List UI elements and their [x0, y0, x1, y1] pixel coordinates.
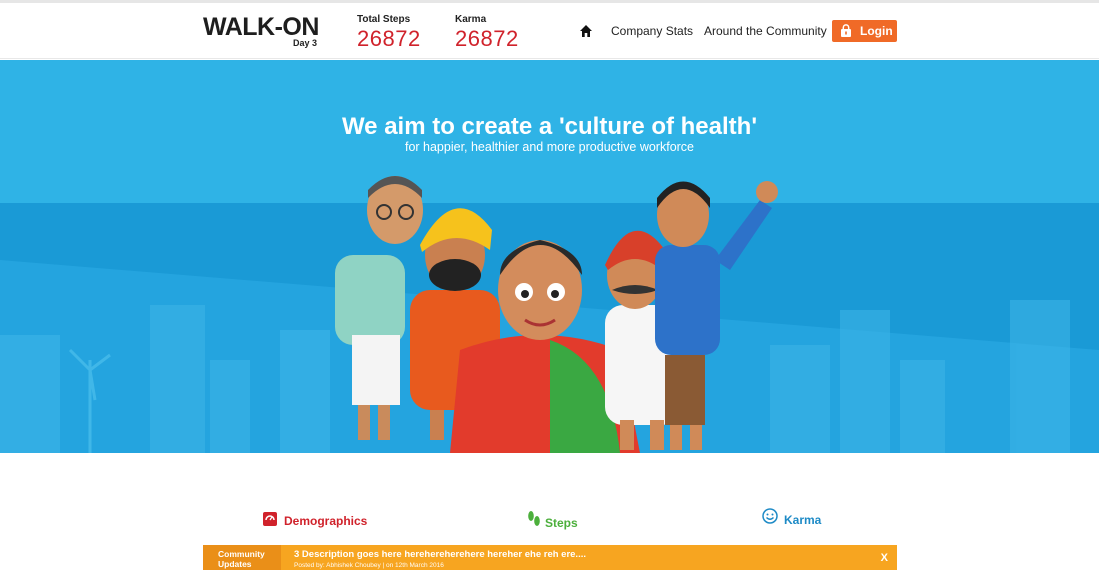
hero-subtitle: for happier, healthier and more producti…	[404, 140, 695, 154]
steps-label: Steps	[545, 516, 578, 530]
total-steps-stat: Total Steps 26872	[357, 14, 421, 52]
login-label: Login	[860, 24, 893, 38]
nav-around-community[interactable]: Around the Community	[704, 24, 827, 38]
nav-company-stats[interactable]: Company Stats	[611, 24, 693, 38]
community-updates-heading: Community Updates	[203, 545, 281, 570]
close-updates-button[interactable]: X	[881, 552, 888, 564]
footprints-icon	[528, 511, 540, 526]
total-steps-value: 26872	[357, 26, 421, 51]
karma-label: Karma	[455, 14, 487, 25]
day-label: Day 3	[292, 38, 317, 48]
hero-title: We aim to create a 'culture of health'	[341, 113, 758, 140]
karma-feature-label: Karma	[784, 513, 822, 527]
site-header: WALK-ON Day 3 Total Steps 26872 Karma 26…	[0, 3, 1099, 59]
cartoon-characters-illustration	[335, 176, 778, 453]
update-meta: Posted by: Abhishek Choubey | on 12th Ma…	[294, 562, 444, 569]
update-message[interactable]: 3 Description goes here herehereherehere…	[294, 549, 586, 560]
home-icon[interactable]	[579, 24, 593, 38]
walk-on-logo[interactable]: WALK-ON Day 3	[203, 13, 323, 53]
login-button[interactable]: Login	[832, 20, 897, 42]
hero-banner: We aim to create a 'culture of health' f…	[0, 60, 1099, 453]
scale-icon	[263, 512, 277, 526]
karma-stat: Karma 26872	[455, 14, 519, 52]
smiley-icon	[762, 508, 778, 524]
character-waving-man	[655, 181, 778, 450]
character-glasses-man	[335, 176, 423, 440]
total-steps-label: Total Steps	[357, 14, 411, 25]
lock-icon	[841, 24, 851, 37]
demographics-label: Demographics	[284, 514, 368, 528]
karma-value: 26872	[455, 26, 519, 51]
community-updates-bar: Community Updates 3 Description goes her…	[203, 545, 897, 570]
